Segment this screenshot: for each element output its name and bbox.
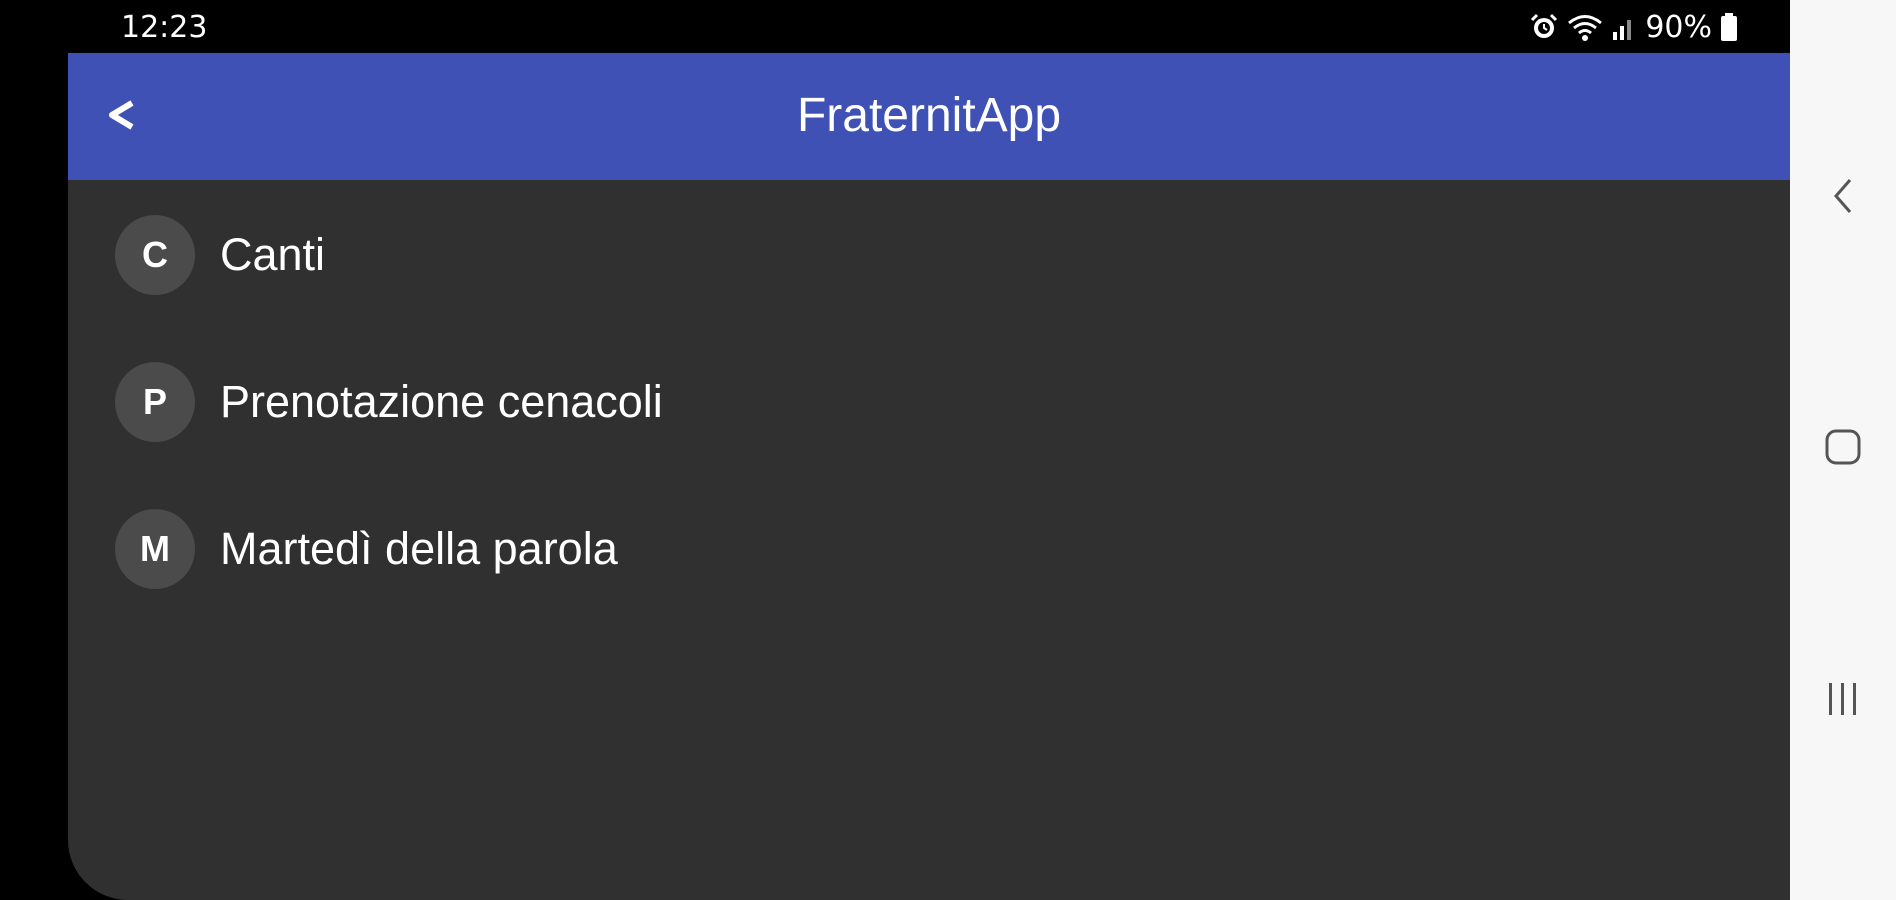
menu-item-label: Prenotazione cenacoli (220, 376, 663, 427)
avatar: P (115, 362, 195, 442)
app-bar: FraternitApp (68, 53, 1790, 180)
signal-icon (1611, 12, 1637, 42)
status-icons: 90% (1529, 9, 1738, 45)
app-window: FraternitApp C Canti P Prenotazione cena… (68, 53, 1790, 900)
wifi-icon (1567, 12, 1603, 42)
system-navigation-bar (1790, 0, 1896, 900)
avatar: C (115, 215, 195, 295)
home-icon (1825, 429, 1861, 465)
menu-item-martedi-della-parola[interactable]: M Martedì della parola (68, 479, 1790, 619)
avatar: M (115, 509, 195, 589)
menu-item-canti[interactable]: C Canti (68, 185, 1790, 325)
menu-item-prenotazione-cenacoli[interactable]: P Prenotazione cenacoli (68, 332, 1790, 472)
menu-item-label: Canti (220, 229, 326, 280)
nav-recents-button[interactable] (1813, 669, 1873, 729)
status-time: 12:23 (121, 10, 208, 45)
back-icon (1834, 179, 1852, 213)
battery-label: 90% (1645, 9, 1712, 45)
menu-item-label: Martedì della parola (220, 523, 618, 574)
alarm-icon (1529, 12, 1559, 42)
nav-home-button[interactable] (1813, 417, 1873, 477)
page-title: FraternitApp (796, 89, 1062, 142)
status-bar: 12:23 90% (0, 0, 1790, 53)
battery-icon (1720, 12, 1738, 42)
nav-back-button[interactable] (1813, 166, 1873, 226)
recents-icon (1829, 683, 1856, 715)
